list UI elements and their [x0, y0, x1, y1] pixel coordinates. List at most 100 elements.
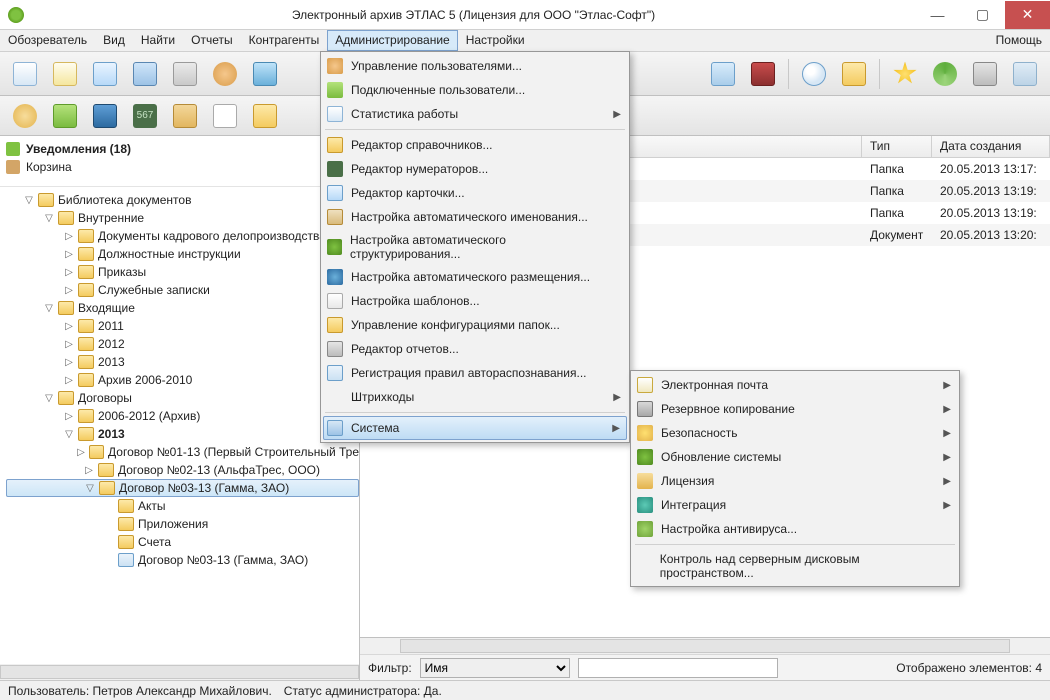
tree-twisty[interactable]: ▷	[64, 339, 74, 350]
tb1-doc-button[interactable]	[6, 56, 44, 92]
document-tree[interactable]: ▽Библиотека документов▽Внутренние▷Докуме…	[0, 186, 359, 664]
filter-input[interactable]	[578, 658, 778, 678]
menu-item[interactable]: Управление пользователями...	[323, 54, 627, 78]
trash-row[interactable]: Корзина	[6, 158, 353, 176]
tree-twisty[interactable]: ▽	[44, 213, 54, 224]
tree-node[interactable]: Приложения	[6, 515, 359, 533]
tree-node[interactable]: ▷Приказы	[6, 263, 359, 281]
menu-item[interactable]: Настройка автоматического именования...	[323, 205, 627, 229]
tb1r-folder-button[interactable]	[835, 56, 873, 92]
close-button[interactable]: ✕	[1005, 1, 1050, 29]
tb2-book-button[interactable]	[86, 98, 124, 134]
tree-twisty[interactable]: ▷	[64, 321, 74, 332]
menu-item[interactable]: Редактор справочников...	[323, 133, 627, 157]
notifications-row[interactable]: Уведомления (18)	[6, 140, 353, 158]
filter-field-select[interactable]: Имя	[420, 658, 570, 678]
menu-вид[interactable]: Вид	[95, 30, 133, 51]
tree-node[interactable]: Счета	[6, 533, 359, 551]
tree-node[interactable]: ▷2012	[6, 335, 359, 353]
tree-twisty[interactable]: ▽	[44, 303, 54, 314]
tree-node[interactable]: Договор №03-13 (Гамма, ЗАО)	[6, 551, 359, 569]
tree-twisty[interactable]: ▷	[64, 411, 74, 422]
tb2-tools-button[interactable]	[166, 98, 204, 134]
menu-item[interactable]: Безопасность▶	[633, 421, 957, 445]
tb1-card2-button[interactable]	[126, 56, 164, 92]
menu-item[interactable]: Интеграция▶	[633, 493, 957, 517]
menu-администрирование[interactable]: Администрирование	[327, 30, 457, 51]
menu-настройки[interactable]: Настройки	[458, 30, 533, 51]
tb1r-search-button[interactable]	[795, 56, 833, 92]
tb1r-refresh-button[interactable]	[926, 56, 964, 92]
menu-контрагенты[interactable]: Контрагенты	[241, 30, 328, 51]
tb2-folder-button[interactable]	[246, 98, 284, 134]
tree-twisty[interactable]: ▷	[64, 249, 74, 260]
tb1r-help-button[interactable]	[1006, 56, 1044, 92]
tb1r-chat-button[interactable]	[704, 56, 742, 92]
tree-node[interactable]: ▷Архив 2006-2010	[6, 371, 359, 389]
maximize-button[interactable]: ▢	[960, 1, 1005, 29]
menu-item[interactable]: Лицензия▶	[633, 469, 957, 493]
menu-отчеты[interactable]: Отчеты	[183, 30, 240, 51]
tb1r-books-button[interactable]	[744, 56, 782, 92]
menu-item[interactable]: Электронная почта▶	[633, 373, 957, 397]
menu-item[interactable]: Настройка антивируса...	[633, 517, 957, 541]
tree-twisty[interactable]: ▽	[24, 195, 34, 206]
menu-item[interactable]: Штрихкоды▶	[323, 385, 627, 409]
tb2-user-button[interactable]	[6, 98, 44, 134]
tree-node[interactable]: ▽Библиотека документов	[6, 191, 359, 209]
tb1r-wrench-button[interactable]	[966, 56, 1004, 92]
tree-node[interactable]: ▽Внутренние	[6, 209, 359, 227]
tb2-key-button[interactable]	[46, 98, 84, 134]
menu-item[interactable]: Редактор отчетов...	[323, 337, 627, 361]
tree-node[interactable]: ▷Должностные инструкции	[6, 245, 359, 263]
menu-найти[interactable]: Найти	[133, 30, 183, 51]
menu-item[interactable]: Система▶	[323, 416, 627, 440]
tree-node[interactable]: ▷Документы кадрового делопроизводства	[6, 227, 359, 245]
tree-twisty[interactable]: ▷	[64, 231, 74, 242]
tb1r-star-button[interactable]	[886, 56, 924, 92]
tb1-print-button[interactable]	[166, 56, 204, 92]
menu-help[interactable]: Помощь	[988, 30, 1050, 51]
col-date[interactable]: Дата создания	[932, 136, 1050, 157]
tree-node[interactable]: ▽Договоры	[6, 389, 359, 407]
minimize-button[interactable]: —	[915, 1, 960, 29]
menu-item[interactable]: Редактор нумераторов...	[323, 157, 627, 181]
tb2-num-button[interactable]: 567	[126, 98, 164, 134]
tree-node[interactable]: ▷2013	[6, 353, 359, 371]
tree-node[interactable]: ▷Договор №02-13 (АльфаТрес, ООО)	[6, 461, 359, 479]
tree-node[interactable]: ▽Договор №03-13 (Гамма, ЗАО)	[6, 479, 359, 497]
tree-node[interactable]: Акты	[6, 497, 359, 515]
tree-twisty[interactable]: ▷	[84, 465, 94, 476]
menu-item[interactable]: Настройка автоматического размещения...	[323, 265, 627, 289]
tb1-scan-button[interactable]	[246, 56, 284, 92]
tree-node[interactable]: ▷2011	[6, 317, 359, 335]
tree-node[interactable]: ▽2013	[6, 425, 359, 443]
menu-item[interactable]: Управление конфигурациями папок...	[323, 313, 627, 337]
tree-node[interactable]: ▷2006-2012 (Архив)	[6, 407, 359, 425]
menu-обозреватель[interactable]: Обозреватель	[0, 30, 95, 51]
tb1-card-button[interactable]	[86, 56, 124, 92]
tree-twisty[interactable]: ▷	[64, 267, 74, 278]
menu-item[interactable]: Статистика работы▶	[323, 102, 627, 126]
tree-twisty[interactable]: ▽	[64, 429, 74, 440]
col-type[interactable]: Тип	[862, 136, 932, 157]
grid-hscroll[interactable]	[360, 638, 1050, 654]
tree-node[interactable]: ▷Служебные записки	[6, 281, 359, 299]
tb2-text-button[interactable]	[206, 98, 244, 134]
menu-item[interactable]: Контроль над серверным дисковым простран…	[633, 548, 957, 584]
menu-item[interactable]: Резервное копирование▶	[633, 397, 957, 421]
tree-node[interactable]: ▽Входящие	[6, 299, 359, 317]
tree-twisty[interactable]: ▷	[76, 447, 85, 458]
tree-twisty[interactable]: ▷	[64, 285, 74, 296]
menu-item[interactable]: Обновление системы▶	[633, 445, 957, 469]
menu-item[interactable]: Редактор карточки...	[323, 181, 627, 205]
tree-twisty[interactable]: ▷	[64, 357, 74, 368]
tree-twisty[interactable]: ▷	[64, 375, 74, 386]
tree-twisty[interactable]: ▽	[85, 483, 95, 494]
tb1-new-button[interactable]	[46, 56, 84, 92]
menu-item[interactable]: Регистрация правил автораспознавания...	[323, 361, 627, 385]
menu-item[interactable]: Настройка шаблонов...	[323, 289, 627, 313]
tree-twisty[interactable]: ▽	[44, 393, 54, 404]
menu-item[interactable]: Подключенные пользователи...	[323, 78, 627, 102]
tree-hscroll[interactable]	[0, 664, 359, 680]
